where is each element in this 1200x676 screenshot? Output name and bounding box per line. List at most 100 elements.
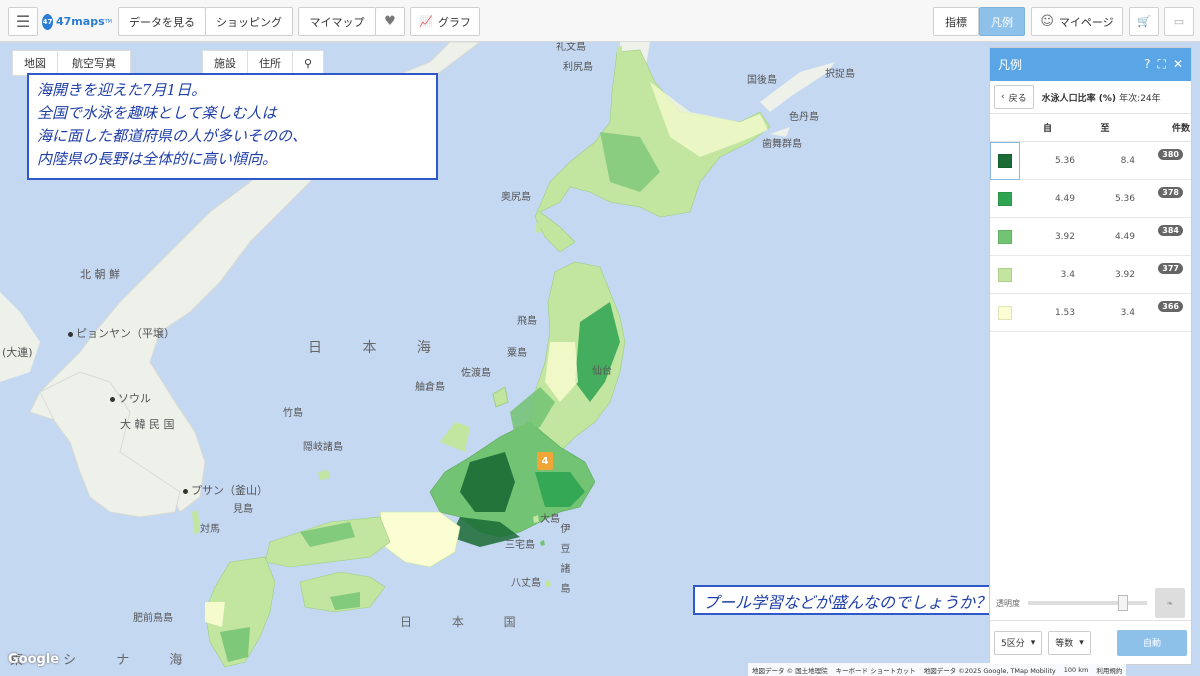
view-data-button[interactable]: データを見る xyxy=(118,7,206,36)
legend-title: 凡例 xyxy=(998,58,1023,72)
shopping-button[interactable]: ショッピング xyxy=(205,7,293,36)
map-search-button[interactable]: ⚲ xyxy=(293,51,323,75)
class-count-value: 5区分 xyxy=(1001,639,1025,649)
legend-row[interactable]: 5.36 8.4 380 xyxy=(990,141,1191,180)
sado-island xyxy=(492,386,509,408)
class-count-select[interactable]: 5区分 ▾ xyxy=(994,630,1043,655)
label-pyongyang-text: ピョンヤン（平壌） xyxy=(76,327,175,340)
busan-dot xyxy=(183,488,188,494)
legend-color-swatch xyxy=(998,191,1012,206)
display-button[interactable]: ▭ xyxy=(1164,7,1194,36)
hachijo-island xyxy=(545,580,551,587)
kunashiri xyxy=(760,62,835,112)
legend-row[interactable]: 3.4 3.92 377 xyxy=(990,256,1191,294)
mymap-button[interactable]: マイマップ xyxy=(298,7,376,36)
tab-aerial[interactable]: 航空写真 xyxy=(58,51,130,75)
note-line-1: 海開きを迎えた7月1日。 xyxy=(37,81,207,99)
noto xyxy=(440,422,470,452)
cart-button[interactable]: 🛒 xyxy=(1129,7,1159,36)
auto-button[interactable]: 自動 xyxy=(1117,629,1187,656)
miyake-island xyxy=(540,540,545,546)
map-attribution: 地図データ © 国土地理院 キーボード ショートカット 地図データ ©2025 … xyxy=(748,663,1127,676)
label-fugeshi: 舳倉島 xyxy=(415,382,445,393)
cart-icon: 🛒 xyxy=(1137,15,1151,28)
legend-panel: 凡例 ? ⛶ ✕ ‹ 戻る 水泳人口比率 (%) 年次:24年 自 至 件数 5.36… xyxy=(989,47,1192,665)
legend-count-badge: 377 xyxy=(1158,263,1183,274)
caret-down-icon: ▾ xyxy=(1030,637,1036,648)
help-icon[interactable]: ? xyxy=(1144,57,1150,71)
note-line-3: 海に面した都道府県の人が多いそのの、 xyxy=(37,127,308,145)
legend-swatch-cell[interactable] xyxy=(990,256,1020,294)
legend-to-value: 8.4 xyxy=(1120,155,1135,166)
map-marker[interactable]: 4 xyxy=(537,452,553,470)
legend-count-badge: 378 xyxy=(1158,187,1183,198)
eco-button[interactable]: ❧ xyxy=(1155,588,1185,618)
graph-label: グラフ xyxy=(437,15,471,29)
label-sado: 佐渡島 xyxy=(461,368,491,379)
label-hizen: 肥前鳥島 xyxy=(133,613,173,624)
legend-to-value: 3.4 xyxy=(1120,307,1135,318)
legend-row[interactable]: 3.92 4.49 384 xyxy=(990,218,1191,256)
label-shikotan: 色丹島 xyxy=(789,112,819,123)
label-seoul: ソウル xyxy=(110,390,151,406)
class-method-select[interactable]: 等数 ▾ xyxy=(1048,630,1091,655)
legend-color-swatch xyxy=(998,229,1012,244)
rishiri-island xyxy=(623,56,630,65)
menu-button[interactable]: ☰ xyxy=(8,7,38,36)
legend-swatch-cell[interactable] xyxy=(990,294,1020,332)
opacity-label: 透明度 xyxy=(996,598,1020,608)
legend-swatch-cell[interactable] xyxy=(990,218,1020,256)
indicator-button[interactable]: 指標 xyxy=(933,7,979,36)
label-pyongyang: ピョンヤン（平壌） xyxy=(68,325,175,341)
label-okushiri: 奥尻島 xyxy=(501,192,531,203)
caret-down-icon: ▾ xyxy=(1079,637,1084,648)
legend-from-value: 3.92 xyxy=(1054,231,1075,242)
label-japan: 日 本 国 xyxy=(400,615,534,629)
opacity-slider[interactable] xyxy=(1028,595,1147,611)
monitor-icon: ▭ xyxy=(1173,15,1185,28)
label-kunashiri: 国後島 xyxy=(747,75,777,86)
col-count: 件数 xyxy=(1171,124,1190,134)
scale-bar: 100 km xyxy=(1063,665,1089,674)
legend-button[interactable]: 凡例 xyxy=(979,7,1025,36)
mypage-button[interactable]: ☺ マイページ xyxy=(1031,7,1123,36)
hamburger-icon: ☰ xyxy=(15,12,31,31)
back-button[interactable]: ‹ 戻る xyxy=(994,85,1034,109)
label-south-korea: 大 韓 民 国 xyxy=(120,418,175,431)
keyboard-shortcuts-link[interactable]: キーボード ショートカット xyxy=(836,665,916,675)
mypage-label: マイページ xyxy=(1058,15,1114,29)
legend-header-icons: ? ⛶ ✕ xyxy=(1137,57,1183,72)
legend-swatch-cell[interactable] xyxy=(990,141,1020,180)
close-icon[interactable]: ✕ xyxy=(1173,57,1183,71)
label-iki: 見島 xyxy=(233,504,253,515)
label-hachijo: 八丈島 xyxy=(511,578,541,589)
tab-facility[interactable]: 施設 xyxy=(203,51,248,75)
label-etorofu: 択捉島 xyxy=(825,69,855,80)
legend-row[interactable]: 1.53 3.4 366 xyxy=(990,294,1191,332)
logo[interactable]: 47 47maps TM xyxy=(42,7,112,36)
legend-swatch-cell[interactable] xyxy=(990,180,1020,218)
hokkaido xyxy=(534,49,771,253)
legend-count-badge: 384 xyxy=(1158,225,1183,236)
graph-button[interactable]: 📈 グラフ xyxy=(410,7,480,36)
opacity-slider-thumb[interactable] xyxy=(1118,595,1129,611)
tab-map[interactable]: 地図 xyxy=(13,51,58,75)
legend-from-value: 4.49 xyxy=(1054,193,1075,204)
note-line-2: 全国で水泳を趣味として楽しむ人は xyxy=(37,104,277,122)
top-toolbar: ☰ 47 47maps TM データを見る ショッピング マイマップ ♥ 📈 グラフ … xyxy=(0,0,1200,42)
legend-color-swatch xyxy=(998,267,1012,282)
tab-address[interactable]: 住所 xyxy=(248,51,293,75)
oki-island xyxy=(318,470,330,480)
chart-icon: 📈 xyxy=(419,15,433,28)
label-miyake: 三宅島 xyxy=(505,540,535,551)
opacity-slider-row: 透明度 ❧ xyxy=(990,588,1191,618)
legend-row[interactable]: 4.49 5.36 378 xyxy=(990,180,1191,218)
okushiri-island xyxy=(535,222,541,233)
favorite-button[interactable]: ♥ xyxy=(375,7,405,36)
label-tsushima: 対馬 xyxy=(200,524,220,535)
label-take: 竹島 xyxy=(283,408,303,419)
terms-link[interactable]: 利用規約 xyxy=(1096,665,1122,675)
indicator-title: 水泳人口比率 (%) 年次:24年 xyxy=(1042,91,1161,104)
legend-from-value: 5.36 xyxy=(1054,155,1075,166)
expand-icon[interactable]: ⛶ xyxy=(1158,57,1166,71)
